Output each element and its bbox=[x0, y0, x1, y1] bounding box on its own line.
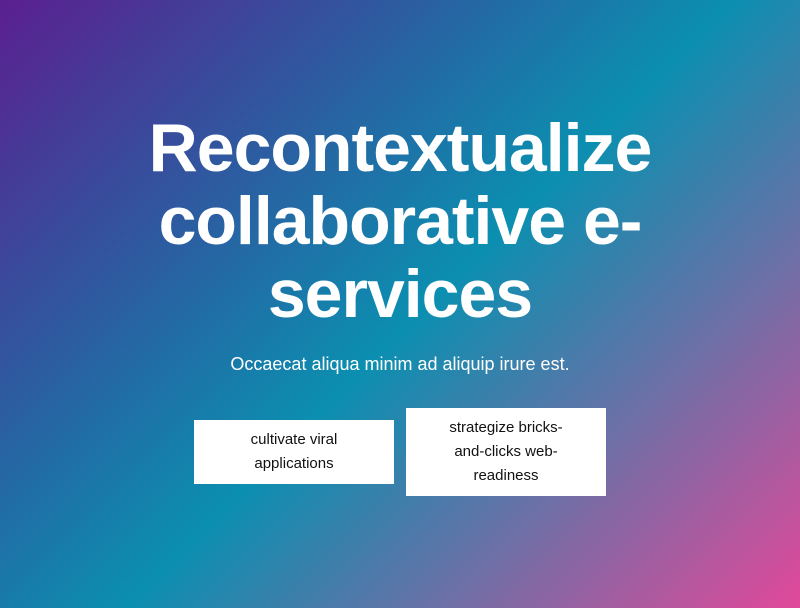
button-label-line: cultivate viral bbox=[250, 431, 338, 448]
hero-title-line: Recontextualize bbox=[148, 110, 653, 186]
hero-title-line: collaborative e- bbox=[158, 183, 643, 259]
button-label-line: applications bbox=[254, 455, 334, 472]
button-label-line: and-clicks web- bbox=[454, 443, 558, 460]
hero-section: Recontextualize collaborative e- service… bbox=[0, 0, 800, 608]
hero-title: Recontextualize collaborative e- service… bbox=[0, 112, 800, 331]
button-label-line: readiness bbox=[473, 467, 539, 484]
hero-subtitle: Occaecat aliqua minim ad aliquip irure e… bbox=[230, 354, 570, 374]
hero-title-line: services bbox=[267, 256, 533, 332]
cultivate-viral-applications-button[interactable]: cultivate viral applications bbox=[194, 420, 394, 484]
strategize-web-readiness-button[interactable]: strategize bricks- and-clicks web- readi… bbox=[406, 408, 606, 496]
button-label-line: strategize bricks- bbox=[449, 419, 563, 436]
